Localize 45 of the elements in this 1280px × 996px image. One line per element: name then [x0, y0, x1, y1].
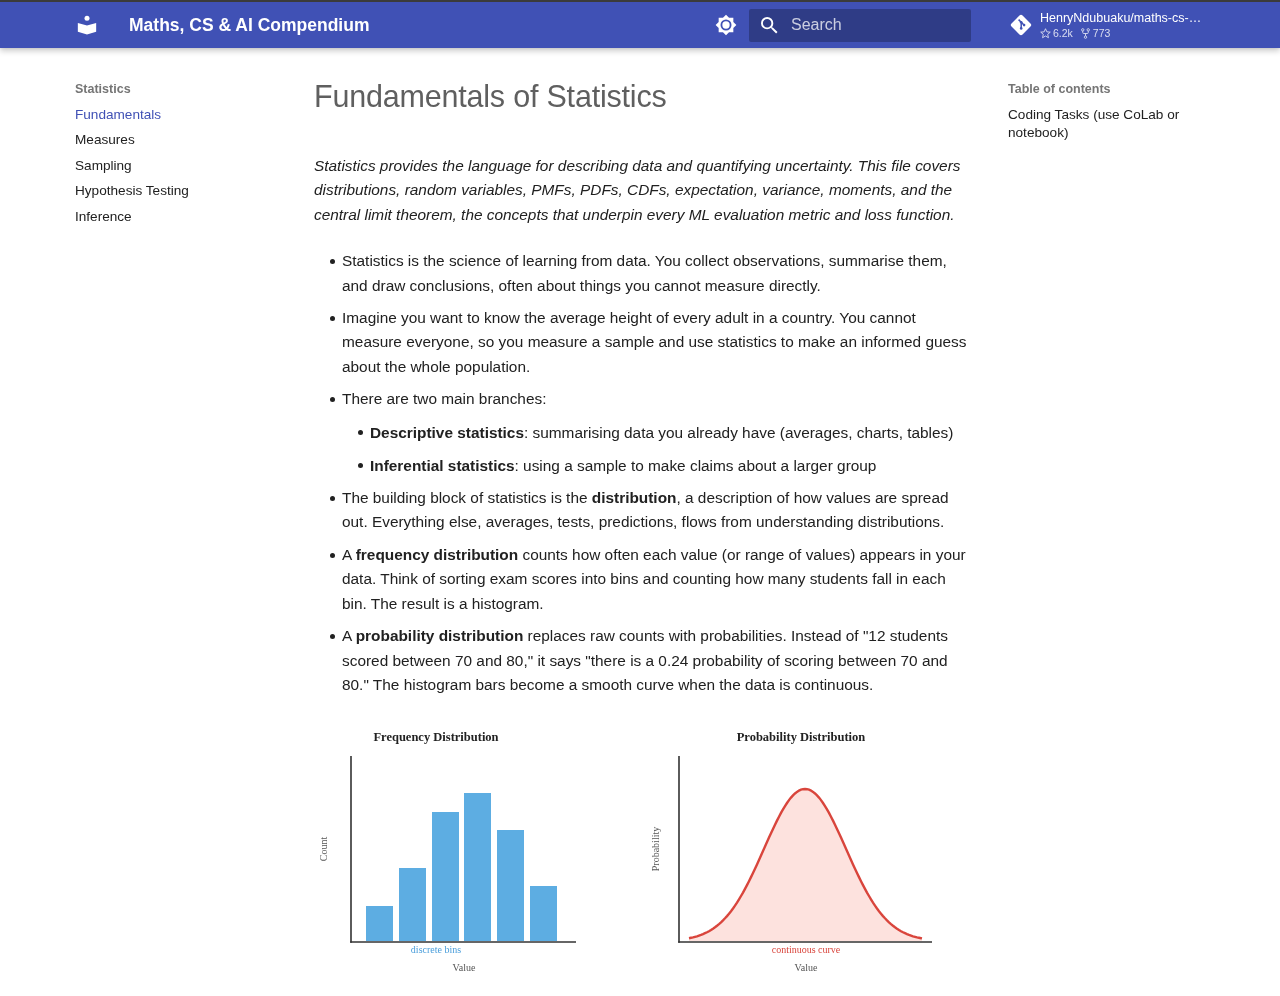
fork-count: 773	[1092, 26, 1111, 40]
book-icon[interactable]	[77, 15, 97, 35]
toc-heading: Table of contents	[1008, 81, 1111, 98]
nav-heading: Statistics	[75, 81, 131, 98]
histogram-bar	[530, 886, 557, 942]
bullet-icon	[330, 315, 335, 321]
bullet-icon	[330, 259, 335, 264]
histogram-bar	[366, 906, 393, 942]
bullet-icon	[330, 397, 335, 403]
chart-title: Probability Distribution	[736, 730, 866, 745]
nav-link[interactable]: Inference	[75, 207, 132, 226]
nav-link[interactable]: Measures	[75, 131, 135, 150]
list-item-text: A probability distribution replaces raw counts with probabilities. Instead of "12 students scored between 70 and 80," it says "there is a 0.24 probability of scoring between 70 and 80." The histogram bars become a smooth curve when the data is continuous.	[342, 626, 949, 695]
chart-note: continuous curve	[771, 944, 841, 956]
intro-text: Statistics provides the language for describing data and quantifying uncertainty. This file covers distributions, random variables, PMFs, PDFs, CDFs, expectation, variance, moments, and the central limit theorem, the concepts that underpin every ML evaluation metric and loss function.	[314, 156, 962, 225]
nav-link[interactable]: Sampling	[75, 156, 132, 175]
star-count: 6.2k	[1053, 26, 1073, 40]
list-item-text: A frequency distribution counts how often each value (or range of values) appears in your data. Think of sorting exam scores into bins and counting how many students fall in each bin. The result is a histogram.	[342, 544, 967, 614]
bullet-icon	[358, 463, 363, 469]
axis-label: Value	[794, 962, 818, 974]
list-item-text: Descriptive statistics: summarising data you already have (averages, charts, tables)	[370, 422, 955, 443]
page-title: Fundamentals of Statistics	[314, 78, 668, 114]
axis-label: Count	[318, 837, 330, 862]
nav-link[interactable]: Fundamentals	[75, 105, 162, 124]
brightness-icon[interactable]	[715, 14, 737, 36]
list-item-text: Inferential statistics: using a sample to make claims about a larger group	[370, 455, 878, 476]
bullet-icon	[330, 633, 335, 639]
search-icon	[761, 16, 778, 34]
chart-title: Frequency Distribution	[373, 730, 499, 745]
site-title[interactable]: Maths, CS & AI Compendium	[129, 14, 370, 36]
bullet-icon	[358, 430, 363, 436]
fork-icon	[1079, 27, 1091, 39]
list-item-text: Statistics is the science of learning from data. You collect observations, summarise them, and draw conclusions, often about things you cannot measure directly.	[342, 251, 948, 296]
bullet-icon	[330, 552, 335, 558]
toc-link[interactable]: Coding Tasks (use CoLab or notebook)	[1008, 105, 1194, 142]
list-item-text: Imagine you want to know the average height of every adult in a country. You cannot measure everyone, so you measure a sample and use statistics to make an informed guess about the whole population.	[342, 308, 968, 377]
list-item-text: There are two main branches:	[342, 389, 548, 410]
chart-note: discrete bins	[410, 944, 462, 956]
axis-label: Value	[452, 962, 476, 974]
list-item-text: The building block of statistics is the distribution, a description of how values are spread out. Everything else, averages, tests, predictions, flows from understanding distributions.	[342, 488, 950, 533]
nav-link[interactable]: Hypothesis Testing	[75, 182, 189, 201]
star-icon	[1040, 27, 1051, 39]
axis-label: Probability	[650, 827, 662, 872]
repo-name[interactable]: HenryNdubuaku/maths-cs-…	[1040, 10, 1202, 26]
bullet-icon	[330, 495, 335, 501]
